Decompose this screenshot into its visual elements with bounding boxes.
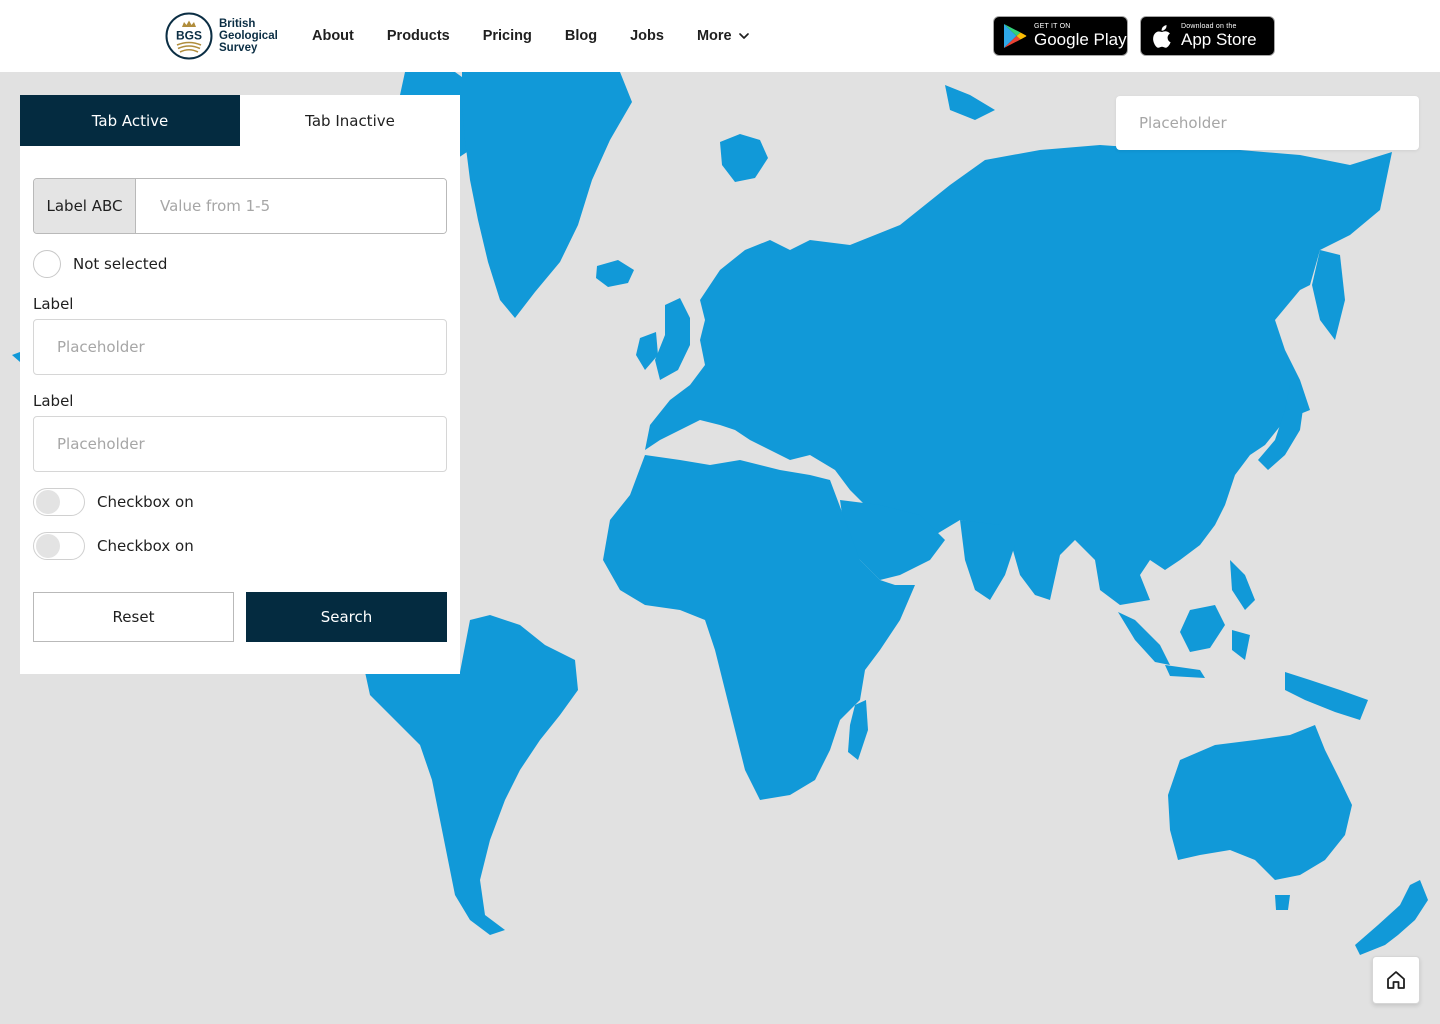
google-play-badge[interactable]: GET IT ON Google Play [993,16,1128,56]
toggle-switch-2[interactable] [33,532,85,560]
bgs-logo-badge-icon: BGS [165,12,213,60]
value-field-label: Label ABC [34,179,136,233]
apple-icon [1153,25,1171,48]
svg-text:BGS: BGS [176,29,202,43]
main-nav: About Products Pricing Blog Jobs More [312,0,783,72]
nav-pricing[interactable]: Pricing [483,28,532,44]
radio-button[interactable] [33,250,61,278]
value-input[interactable] [136,179,446,233]
logo-line-1: British [219,18,256,30]
toggle-row-2: Checkbox on [33,532,194,560]
panel-tabs: Tab Active Tab Inactive [20,95,460,146]
nav-about[interactable]: About [312,28,354,44]
labeled-value-field: Label ABC [33,178,447,234]
home-icon [1387,971,1405,989]
toggle-switch-1[interactable] [33,488,85,516]
map-search-input[interactable] [1116,96,1419,150]
toggle-knob [36,490,60,514]
nav-jobs[interactable]: Jobs [630,28,664,44]
field-2-label: Label [33,392,74,410]
logo-line-3: Survey [219,42,258,54]
nav-products[interactable]: Products [387,28,450,44]
nav-blog[interactable]: Blog [565,28,597,44]
bgs-logo[interactable]: BGS British Geological Survey [165,12,278,60]
app-store-badge[interactable]: Download on the App Store [1140,16,1275,56]
reset-button[interactable]: Reset [33,592,234,642]
nav-more[interactable]: More [697,28,750,44]
radio-option: Not selected [33,250,167,278]
toggle-2-label: Checkbox on [97,537,194,555]
bgs-logo-wordmark: British Geological Survey [219,18,278,54]
search-button[interactable]: Search [246,592,447,642]
tab-inactive[interactable]: Tab Inactive [240,95,460,146]
toggle-1-label: Checkbox on [97,493,194,511]
field-1-input[interactable] [33,319,447,375]
field-2-input[interactable] [33,416,447,472]
top-navigation-bar: BGS British Geological Survey About Prod… [0,0,1440,72]
map-tasmania [1275,895,1290,910]
toggle-row-1: Checkbox on [33,488,194,516]
google-play-big-text: Google Play [1034,30,1127,49]
field-1-label: Label [33,295,74,313]
radio-label: Not selected [73,255,168,273]
chevron-down-icon [738,33,749,39]
nav-more-label: More [696,28,732,44]
filter-panel: Tab Active Tab Inactive Label ABC Not se… [20,95,460,674]
logo-line-2: Geological [219,30,278,42]
toggle-knob [36,534,60,558]
app-store-big-text: App Store [1181,30,1257,49]
google-play-icon [1004,24,1027,48]
home-button[interactable] [1372,956,1420,1004]
tab-active[interactable]: Tab Active [20,95,240,146]
